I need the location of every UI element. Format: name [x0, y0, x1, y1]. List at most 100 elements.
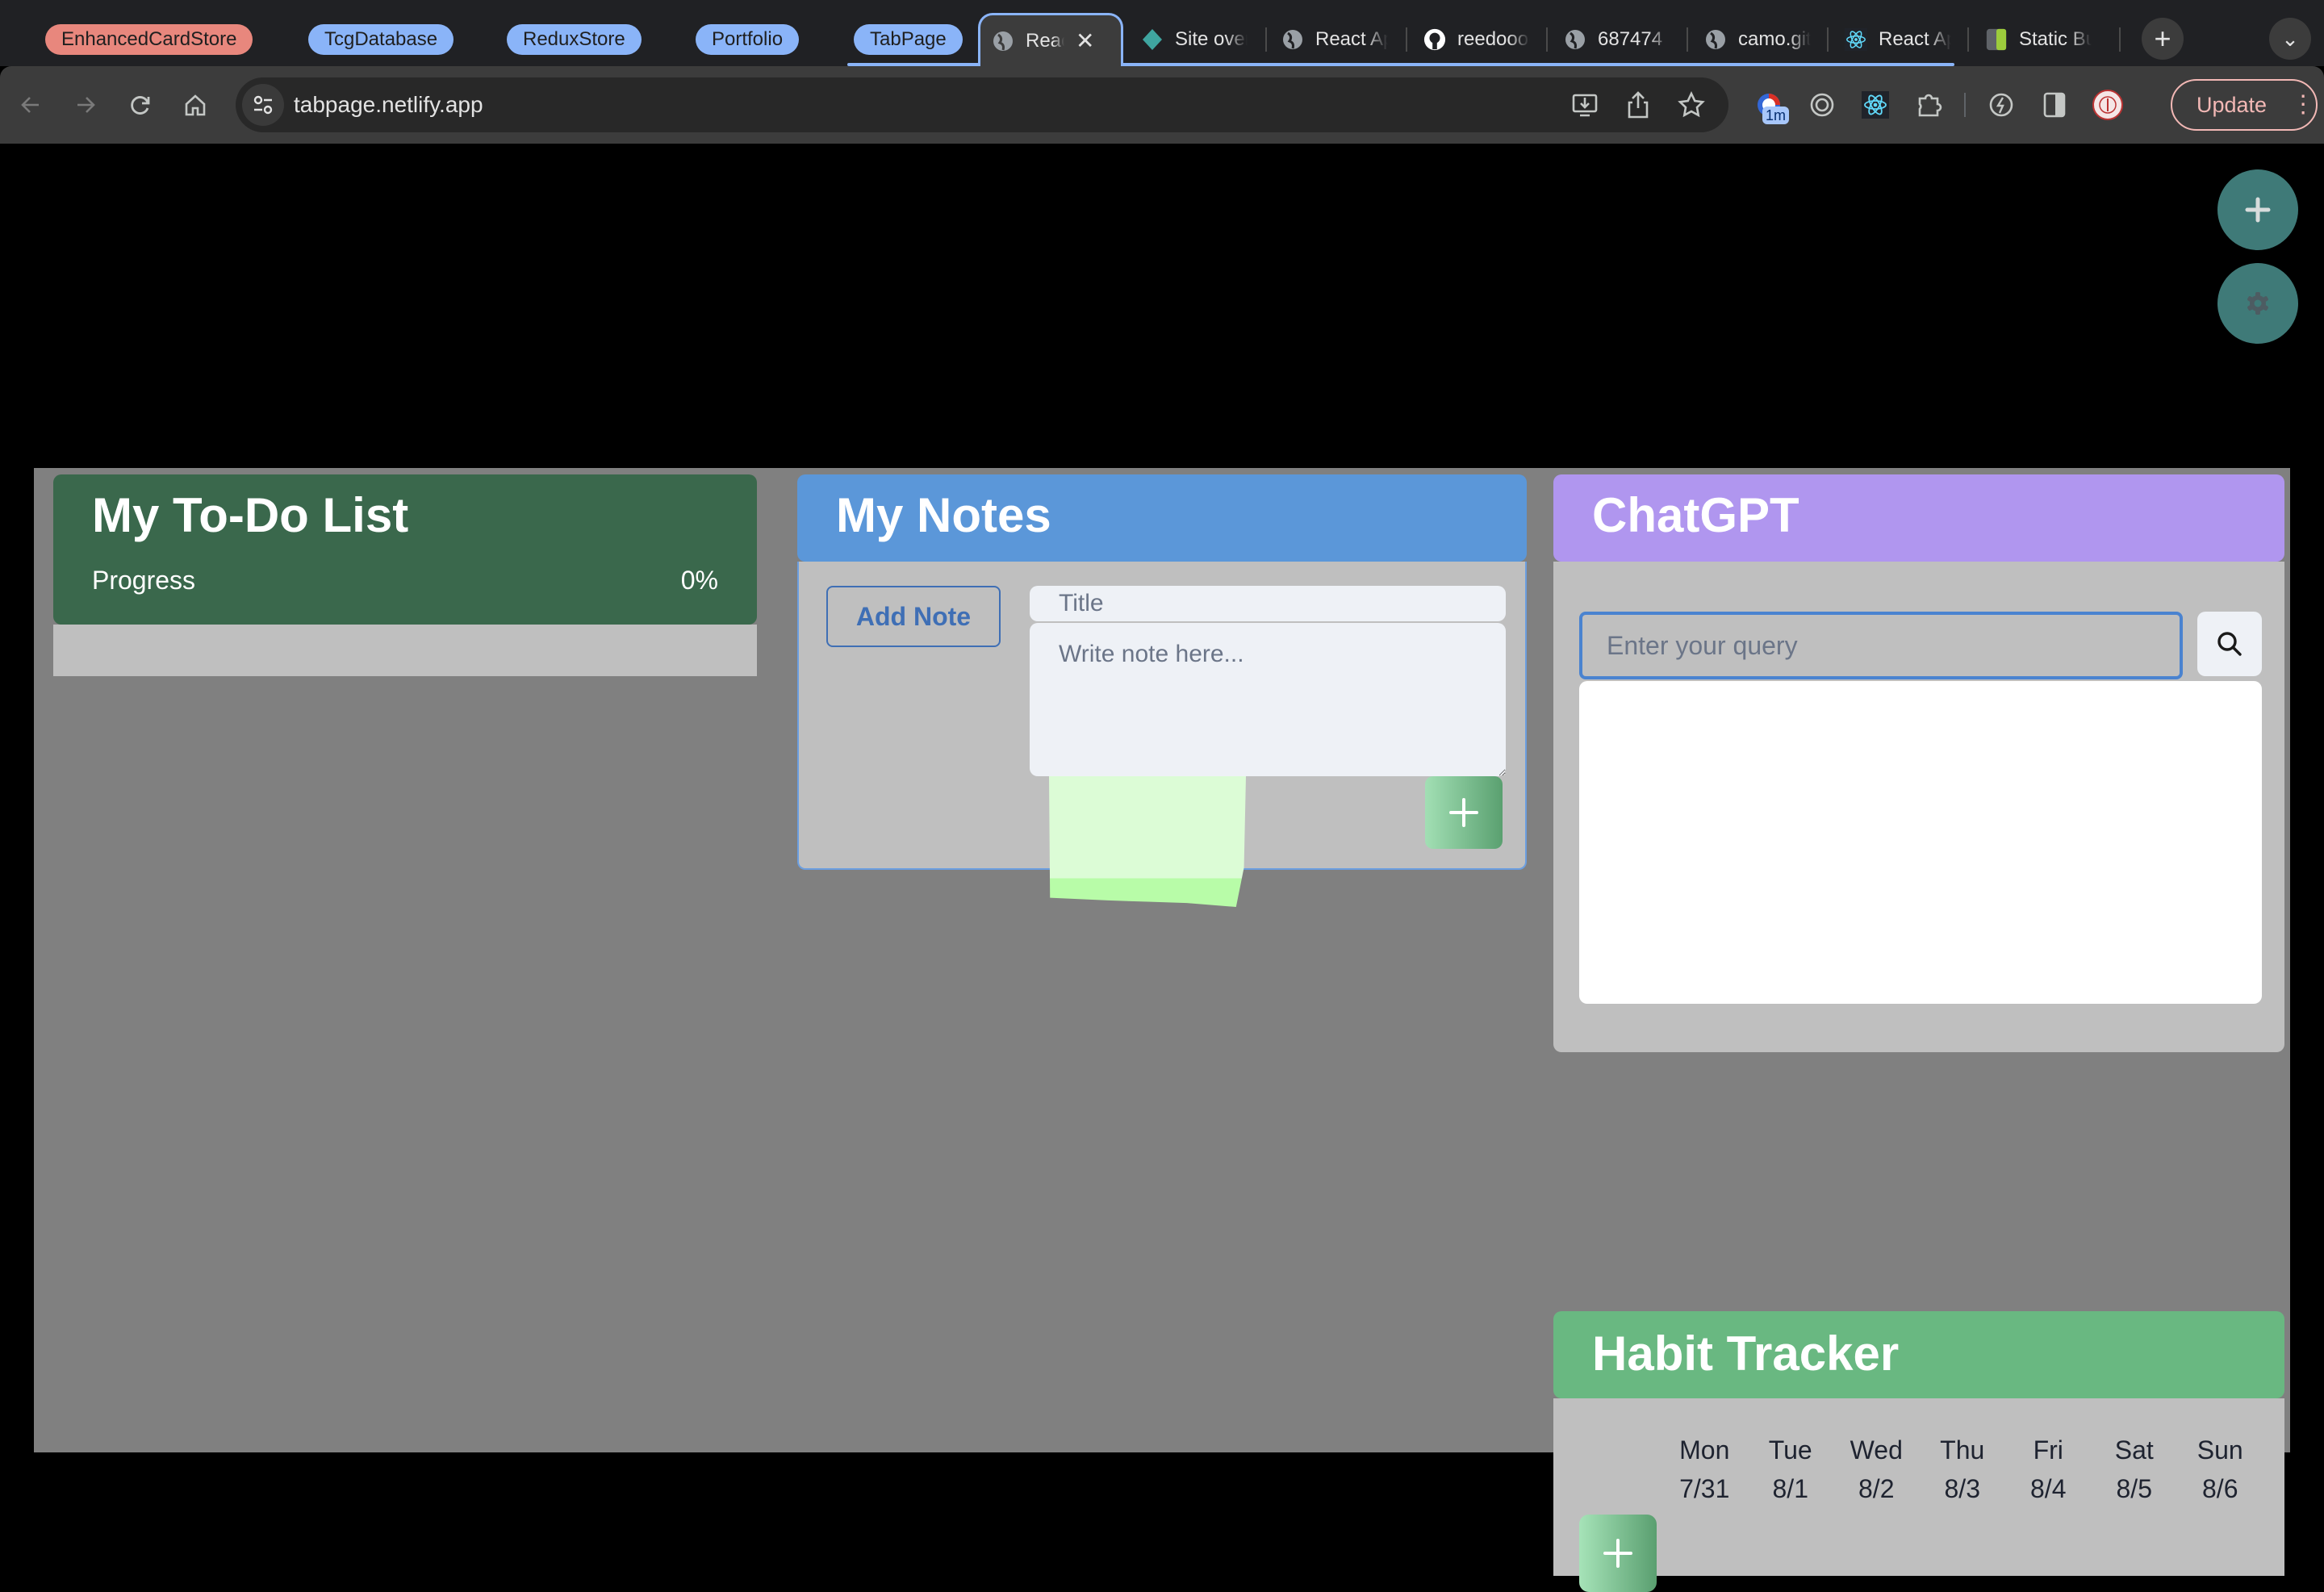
chatgpt-query-input[interactable] — [1579, 612, 2183, 679]
day-date: 8/2 — [1858, 1474, 1895, 1503]
static-icon — [1985, 28, 2008, 51]
search-icon — [2217, 632, 2242, 656]
day-name: Sun — [2197, 1435, 2243, 1465]
tab-title: React App — [1879, 28, 1951, 50]
globe-icon — [1564, 28, 1586, 51]
tab[interactable]: 687474 — [1553, 13, 1690, 66]
globe-icon — [1704, 28, 1727, 51]
settings-fab[interactable] — [2217, 263, 2298, 344]
tab-group-portfolio[interactable]: Portfolio — [696, 24, 800, 55]
tab-group-tabpage[interactable]: TabPage — [854, 24, 963, 55]
chevron-down-icon: ⌄ — [2281, 26, 2299, 51]
progress-label: Progress — [92, 566, 196, 595]
tab-separator — [2119, 27, 2121, 52]
day-column: Sat 8/5 — [2092, 1431, 2178, 1508]
tab[interactable]: React App — [1833, 13, 1971, 66]
tab-separator — [1265, 27, 1267, 52]
dashboard-grid: My To-Do List Progress 0% My Notes Add N… — [34, 468, 2290, 1592]
tune-icon — [253, 95, 273, 115]
day-name: Sat — [2114, 1435, 2154, 1465]
day-column: Wed 8/2 — [1833, 1431, 1920, 1508]
tab[interactable]: React App — [1270, 13, 1407, 66]
tab-group-tcgdatabase[interactable]: TcgDatabase — [308, 24, 454, 55]
todo-card-body — [53, 625, 757, 676]
habit-days-header: Mon 7/31 Tue 8/1 Wed 8/2 Thu 8/3 Fri 8/4 Sat 8… — [1661, 1431, 2263, 1508]
profile-avatar[interactable] — [2090, 86, 2125, 124]
day-date: 8/1 — [1772, 1474, 1808, 1503]
tab-group-reduxstore[interactable]: ReduxStore — [507, 24, 642, 55]
install-app-icon[interactable] — [1567, 86, 1603, 124]
toolbar-separator — [1964, 93, 1966, 117]
notes-card-body: Add Note — [797, 562, 1527, 907]
page-content: My To-Do List Progress 0% My Notes Add N… — [0, 144, 2324, 1592]
todo-card-header: My To-Do List Progress 0% — [53, 474, 757, 625]
add-widget-fab[interactable] — [2217, 169, 2298, 250]
home-button[interactable] — [174, 84, 216, 126]
tab-group-enhancedcardstore[interactable]: EnhancedCardStore — [45, 24, 253, 55]
day-date: 8/6 — [2202, 1474, 2238, 1503]
day-name: Fri — [2033, 1435, 2063, 1465]
site-info-button[interactable] — [242, 84, 284, 126]
tab-title: reedoooo — [1457, 28, 1530, 50]
update-label: Update — [2197, 92, 2268, 117]
todo-progress: Progress 0% — [92, 566, 757, 595]
more-vert-icon[interactable]: ⋮ — [2291, 93, 2315, 117]
address-bar[interactable]: tabpage.netlify.app — [236, 77, 1728, 132]
habit-tracker-title: Habit Tracker — [1592, 1327, 1900, 1381]
extensions-puzzle-icon[interactable] — [1911, 86, 1946, 124]
tab[interactable]: Site overview — [1130, 13, 1267, 66]
sticky-note-preview[interactable] — [1049, 776, 1246, 907]
plus-icon: + — [2154, 22, 2171, 55]
react-icon — [1845, 28, 1867, 51]
add-habit-button[interactable] — [1579, 1515, 1657, 1592]
github-icon — [1423, 28, 1446, 51]
day-date: 8/3 — [1944, 1474, 1980, 1503]
back-button[interactable] — [10, 84, 52, 126]
side-panel-icon[interactable] — [2037, 86, 2072, 124]
tab-search-button[interactable]: ⌄ — [2269, 18, 2311, 60]
tab[interactable]: reedoooo — [1412, 13, 1549, 66]
tab[interactable]: Static Build — [1974, 13, 2111, 66]
reload-icon — [131, 96, 150, 115]
chatgpt-card-body — [1553, 562, 2284, 1052]
extensions-area — [1751, 84, 2125, 126]
tab-title: React App — [1315, 28, 1388, 50]
day-column: Thu 8/3 — [1920, 1431, 2006, 1508]
globe-icon — [1281, 28, 1304, 51]
plus-icon — [1449, 798, 1478, 827]
day-column: Tue 8/1 — [1748, 1431, 1834, 1508]
performance-icon[interactable] — [1983, 86, 2019, 124]
new-tab-button[interactable]: + — [2142, 18, 2184, 60]
add-note-button[interactable]: Add Note — [826, 586, 1001, 647]
tab-title: React App — [1026, 29, 1064, 52]
tab-active[interactable]: React App ✕ — [978, 13, 1123, 66]
todo-title: My To-Do List — [92, 488, 409, 542]
day-date: 7/31 — [1679, 1474, 1730, 1503]
note-body-textarea[interactable] — [1030, 623, 1506, 776]
save-note-button[interactable] — [1425, 776, 1503, 849]
tab-title: Static Build — [2019, 28, 2092, 50]
share-icon[interactable] — [1620, 86, 1656, 124]
reload-button[interactable] — [119, 84, 161, 126]
browser-toolbar: tabpage.netlify.app 1m Update ⋮ — [0, 66, 2324, 144]
tab[interactable]: camo.githubusercontent — [1693, 13, 1830, 66]
url-text: tabpage.netlify.app — [294, 92, 483, 117]
day-name: Mon — [1679, 1435, 1730, 1465]
note-title-input[interactable] — [1030, 586, 1506, 621]
notes-card-header: My Notes — [797, 474, 1527, 562]
plus-icon — [1603, 1539, 1632, 1568]
target-extension-icon[interactable] — [1804, 86, 1840, 124]
forward-button[interactable] — [65, 84, 107, 126]
tab-separator — [1967, 27, 1969, 52]
chatgpt-search-button[interactable] — [2197, 612, 2262, 676]
browser-tab-strip: EnhancedCardStore TcgDatabase ReduxStore… — [0, 0, 2324, 66]
day-date: 8/5 — [2116, 1474, 2152, 1503]
netlify-icon — [1141, 28, 1164, 51]
bookmark-star-icon[interactable] — [1674, 86, 1709, 124]
day-name: Tue — [1768, 1435, 1812, 1465]
react-devtools-icon[interactable] — [1858, 86, 1893, 124]
close-tab-icon[interactable]: ✕ — [1076, 27, 1094, 54]
tab-separator — [1406, 27, 1407, 52]
update-button[interactable]: Update ⋮ — [2171, 79, 2318, 131]
tab-title: camo.githubusercontent — [1738, 28, 1811, 50]
